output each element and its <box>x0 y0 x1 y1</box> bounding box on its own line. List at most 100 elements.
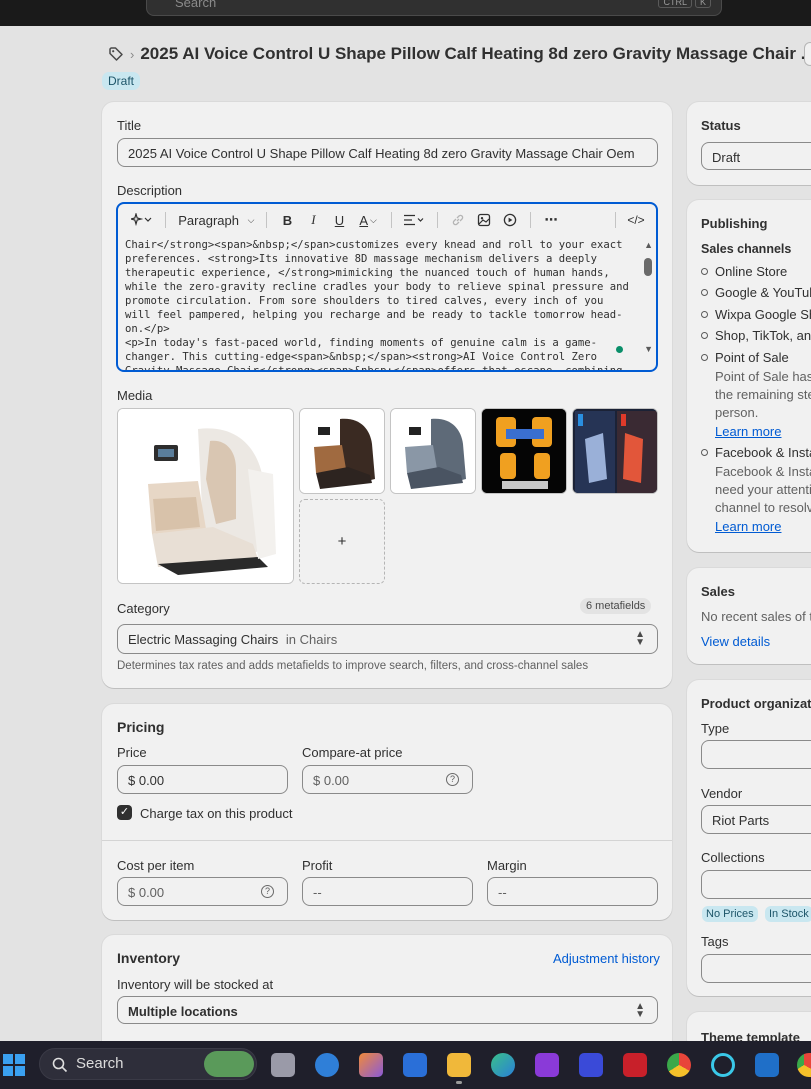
link-icon[interactable] <box>446 208 470 232</box>
title-input[interactable]: 2025 AI Voice Control U Shape Pillow Cal… <box>117 138 658 167</box>
divider <box>102 840 672 841</box>
underline-button[interactable]: U <box>327 208 351 232</box>
toolbar-divider <box>266 212 268 228</box>
sales-heading: Sales <box>701 584 735 599</box>
adjustment-history-link[interactable]: Adjustment history <box>553 951 660 966</box>
profit-field: -- <box>302 877 473 906</box>
vendor-input[interactable]: Riot Parts <box>701 805 811 834</box>
product-organization-heading: Product organizatio <box>701 696 811 711</box>
media-thumbnail[interactable] <box>299 408 385 494</box>
category-help-text: Determines tax rates and adds metafields… <box>117 660 589 672</box>
compare-at-price-value: $ 0.00 <box>313 773 350 788</box>
margin-field: -- <box>487 877 658 906</box>
brown-chair-image <box>300 409 384 493</box>
circle-icon <box>701 354 708 361</box>
pos-notice-text: Point of Sale has <box>715 369 811 384</box>
active-app-indicator <box>456 1081 462 1084</box>
more-options-icon[interactable]: ⋯ <box>539 208 563 232</box>
chrome-icon[interactable] <box>667 1053 691 1077</box>
facebook-notice-text: need your attenti <box>715 482 811 497</box>
tags-input[interactable] <box>701 954 811 983</box>
add-media-button[interactable]: + <box>299 499 385 584</box>
editor-scrollbar[interactable] <box>644 258 652 276</box>
copilot-icon[interactable] <box>359 1053 383 1077</box>
channel-item[interactable]: Wixpa Google Sh <box>701 307 811 322</box>
category-value: Electric Massaging Chairs <box>128 632 279 647</box>
toolbar-divider <box>530 212 532 228</box>
toolbar-divider <box>165 212 167 228</box>
media-thumbnail[interactable] <box>390 408 476 494</box>
pos-notice-text: person. <box>715 405 759 420</box>
media-main-image[interactable] <box>117 408 294 584</box>
editor-toolbar: Paragraph ⌵ B I U A ⌵ ⋯ </> <box>118 204 656 236</box>
category-select[interactable]: Electric Massaging Chairs in Chairs ▲ ▼ <box>117 624 658 654</box>
mcafee-icon[interactable] <box>623 1053 647 1077</box>
bold-button[interactable]: B <box>275 208 299 232</box>
ai-magic-icon[interactable] <box>126 208 157 232</box>
widgets-icon[interactable] <box>315 1053 339 1077</box>
inventory-location-select[interactable]: Multiple locations ▲ ▼ <box>117 996 658 1024</box>
windows-taskbar: Search <box>0 1041 811 1089</box>
collection-chip[interactable]: In Stock <box>765 906 811 922</box>
collections-input[interactable] <box>701 870 811 899</box>
status-select[interactable]: Draft <box>701 142 811 170</box>
compare-at-price-label: Compare-at price <box>302 745 403 760</box>
text-color-label: A <box>359 212 369 228</box>
collection-chip[interactable]: No Prices <box>702 906 758 922</box>
outlook-icon[interactable] <box>755 1053 779 1077</box>
channel-item-facebook[interactable]: Facebook & Insta <box>701 445 811 460</box>
taskbar-search-label: Search <box>76 1055 124 1072</box>
file-explorer-icon[interactable] <box>447 1053 471 1077</box>
media-thumbnail[interactable] <box>572 408 658 494</box>
inventory-heading: Inventory <box>117 950 181 966</box>
toolbar-divider <box>390 212 392 228</box>
format-select[interactable]: Paragraph ⌵ <box>174 208 258 232</box>
channel-item[interactable]: Shop, TikTok, and <box>701 328 811 343</box>
tags-label: Tags <box>701 934 729 949</box>
massage-chair-image <box>118 409 293 583</box>
view-details-link[interactable]: View details <box>701 634 770 649</box>
channel-item[interactable]: Online Store <box>701 264 787 279</box>
global-search-input[interactable]: Search CTRL K <box>146 0 722 16</box>
italic-button[interactable]: I <box>301 208 325 232</box>
task-view-icon[interactable] <box>271 1053 295 1077</box>
chrome-icon[interactable] <box>797 1053 811 1077</box>
grammar-status-icon <box>616 346 623 353</box>
app-icon[interactable] <box>579 1053 603 1077</box>
align-button[interactable] <box>400 208 429 232</box>
global-search-placeholder: Search <box>175 0 217 10</box>
description-editor[interactable]: Paragraph ⌵ B I U A ⌵ ⋯ </> Chair</strong… <box>116 202 658 372</box>
channel-item[interactable]: Google & YouTub <box>701 285 811 300</box>
clipchamp-icon[interactable] <box>535 1053 559 1077</box>
scroll-up-arrow-icon[interactable]: ▲ <box>644 240 653 250</box>
text-color-button[interactable]: A ⌵ <box>353 208 382 232</box>
sales-channels-label: Sales channels <box>701 242 792 256</box>
media-thumbnail[interactable] <box>481 408 567 494</box>
scroll-down-arrow-icon[interactable]: ▼ <box>644 344 653 354</box>
windows-start-icon[interactable] <box>3 1054 25 1076</box>
taskbar-search-input[interactable]: Search <box>39 1048 257 1080</box>
description-html-source[interactable]: Chair</strong><span>&nbsp;</span>customi… <box>125 238 637 370</box>
pricing-heading: Pricing <box>117 719 165 735</box>
top-bar: Search CTRL K <box>0 0 811 26</box>
facebook-notice-text: Facebook & Insta <box>715 464 811 479</box>
charge-tax-checkbox[interactable]: ✓ <box>117 805 132 820</box>
header-action-button[interactable] <box>804 42 811 66</box>
store-icon[interactable] <box>403 1053 427 1077</box>
tag-icon[interactable] <box>108 46 124 62</box>
help-icon[interactable]: ? <box>261 885 274 898</box>
help-icon[interactable]: ? <box>446 773 459 786</box>
edge-browser-icon[interactable] <box>491 1053 515 1077</box>
image-icon[interactable] <box>472 208 496 232</box>
video-icon[interactable] <box>498 208 522 232</box>
price-input[interactable]: $ 0.00 <box>117 765 288 794</box>
cortana-icon[interactable] <box>711 1053 735 1077</box>
select-arrows-icon: ▲ ▼ <box>635 1001 645 1020</box>
code-view-icon[interactable]: </> <box>624 208 648 232</box>
facebook-learn-more-link[interactable]: Learn more <box>715 519 781 534</box>
title-label: Title <box>117 118 142 133</box>
pos-learn-more-link[interactable]: Learn more <box>715 424 781 439</box>
type-input[interactable] <box>701 740 811 769</box>
channel-item-pos[interactable]: Point of Sale <box>701 350 789 365</box>
metafields-badge[interactable]: 6 metafields <box>580 598 652 614</box>
